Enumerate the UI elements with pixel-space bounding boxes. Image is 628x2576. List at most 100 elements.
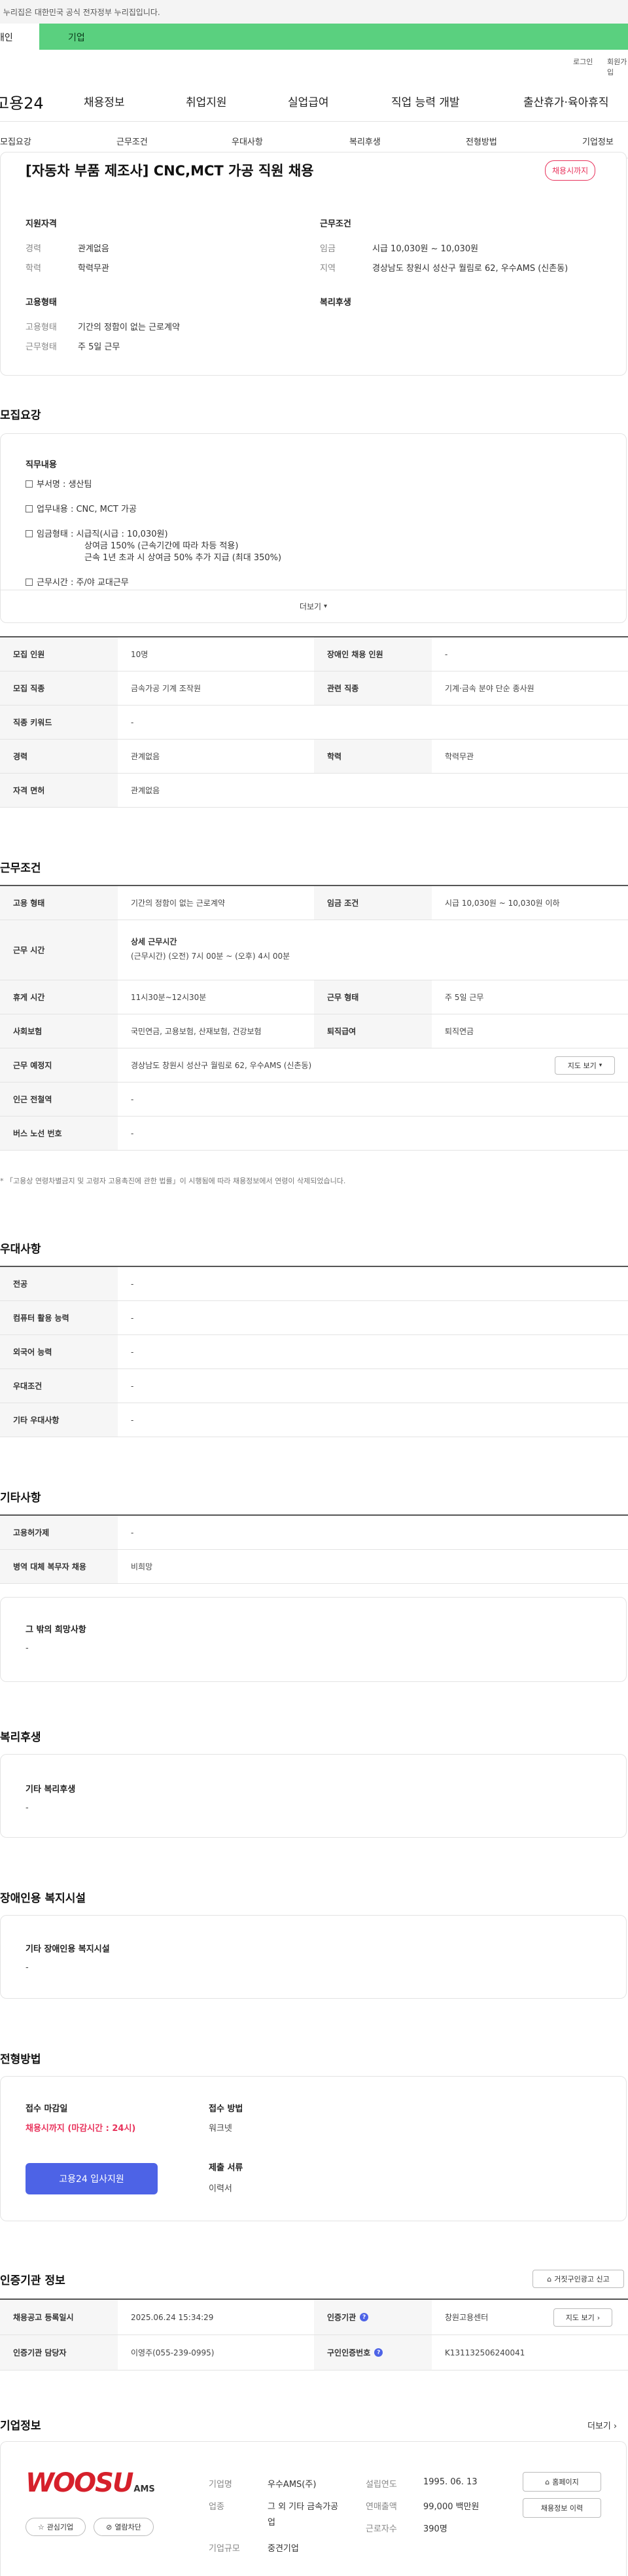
table-header-text: 구인인증번호 — [327, 2348, 371, 2357]
tab-personal[interactable]: 개인 — [0, 24, 39, 50]
gnb-menu-jobs[interactable]: 채용정보 — [84, 93, 125, 109]
table-header: 인증기관 담당자 — [0, 2335, 118, 2370]
company-more-link[interactable]: 더보기 › — [587, 2419, 617, 2431]
job-content-heading: 직무내용 — [26, 460, 57, 470]
table-header: 관련 직종 — [314, 671, 432, 705]
cond-heading: 근무조건 — [320, 219, 351, 229]
more-button[interactable]: 더보기 ▾ — [1, 590, 626, 622]
global-nav: 고용24 채용정보 취업지원 실업급여 직업 능력 개발 출산휴가·육아휴직 — [0, 79, 628, 122]
job-wage-sub: 근속 1년 초과 시 상여금 50% 추가 지급 (최대 350%) — [84, 553, 282, 563]
welfare-box-heading: 기타 복리후생 — [26, 1785, 76, 1795]
table-cell: - — [131, 1381, 134, 1391]
table-row: 채용공고 등록일시 2025.06.24 15:34:29 인증기관? 창원고용… — [0, 2300, 628, 2335]
snb-pref[interactable]: 우대사항 — [232, 135, 263, 147]
company-field-value: 99,000 백만원 — [423, 2502, 480, 2512]
tab-company[interactable]: 기업 — [39, 24, 628, 50]
login-link[interactable]: 로그인 — [573, 56, 593, 67]
job-item-text: 부서명 : 생산팀 — [37, 480, 92, 490]
gnb-menu-support[interactable]: 취업지원 — [186, 93, 227, 109]
info-icon[interactable]: ? — [360, 2313, 369, 2321]
table-header: 모집 인원 — [0, 637, 118, 671]
company-field-value: 그 외 기타 금속가공업 — [268, 2502, 339, 2528]
table-cell: - — [131, 1279, 134, 1289]
chevron-down-icon: ▾ — [599, 1062, 602, 1069]
report-fake-ad-button[interactable]: ⌂ 거짓구인광고 신고 — [532, 2270, 624, 2288]
table-row: 버스 노선 번호 - — [0, 1117, 628, 1151]
table-header: 버스 노선 번호 — [0, 1117, 118, 1150]
table-header: 병역 대체 복무자 채용 — [0, 1550, 118, 1583]
chevron-right-icon: › — [597, 2313, 601, 2322]
table-header: 근무 예정지 — [0, 1048, 118, 1082]
cert-map-button[interactable]: 지도 보기 › — [553, 2308, 612, 2327]
job-item: 부서명 : 생산팀 — [26, 477, 92, 490]
qual-label: 학력 — [26, 264, 41, 274]
emp-value: 주 5일 근무 — [78, 342, 120, 352]
table-header: 전공 — [0, 1267, 118, 1300]
homepage-button[interactable]: ⌂ 홈페이지 — [523, 2472, 601, 2492]
site-logo[interactable]: 고용24 — [0, 90, 44, 113]
gnb-menu-leave[interactable]: 출산휴가·육아휴직 — [523, 93, 609, 109]
age-notice: * 「고용상 연령차별금지 및 고령자 고용촉진에 관한 법률」이 시행됨에 따… — [0, 1177, 346, 1185]
block-view-button[interactable]: ⊘ 열람차단 — [94, 2518, 154, 2536]
snb-recruit[interactable]: 모집요강 — [0, 135, 31, 147]
table-row: 외국어 능력 - — [0, 1335, 628, 1369]
snb-welfare[interactable]: 복리후생 — [349, 135, 381, 147]
home-icon: ⌂ — [545, 2477, 550, 2486]
table-row: 경력 관계없음 학력 학력무관 — [0, 740, 628, 774]
job-item-text: 근무시간 : 주/야 교대근무 — [37, 578, 129, 588]
more-label: 더보기 — [299, 602, 322, 611]
table-cell: 학력무관 — [445, 752, 474, 761]
info-icon[interactable]: ? — [374, 2348, 383, 2357]
job-title: [자동차 부품 제조사] CNC,MCT 가공 직원 채용 — [26, 163, 314, 179]
table-cell: 기계·금속 분야 단순 종사원 — [445, 684, 534, 693]
table-row: 자격 면허 관계없음 — [0, 774, 628, 808]
docs-value: 이력서 — [209, 2184, 232, 2194]
table-header: 고용 형태 — [0, 886, 118, 920]
join-link[interactable]: 회원가입 — [607, 56, 628, 77]
docs-heading: 제출 서류 — [209, 2163, 243, 2173]
table-header: 인근 전철역 — [0, 1082, 118, 1116]
pref-section-title: 우대사항 — [0, 1243, 41, 1256]
table-row: 인증기관 담당자 이영주(055-239-0995) 구인인증번호? K1311… — [0, 2335, 628, 2370]
qual-label: 경력 — [26, 244, 41, 254]
table-row: 고용 형태 기간의 정함이 없는 근로계약 임금 조건 시급 10,030원 ~… — [0, 886, 628, 920]
apply-button[interactable]: 고용24 입사지원 — [26, 2163, 158, 2194]
gnb-menu-benefit[interactable]: 실업급여 — [288, 93, 329, 109]
chevron-down-icon: ▾ — [324, 603, 328, 610]
table-cell: K131132506240041 — [445, 2348, 525, 2357]
company-logo-sub: AMS — [133, 2484, 155, 2494]
deadline-badge: 채용시까지 — [545, 160, 596, 181]
table-header: 경력 — [0, 740, 118, 773]
table-cell: - — [445, 649, 448, 659]
table-header: 학력 — [314, 740, 432, 773]
gnb-menu-training[interactable]: 직업 능력 개발 — [391, 93, 460, 109]
favorite-company-button[interactable]: ☆ 관심기업 — [26, 2518, 86, 2536]
company-more-label: 더보기 — [587, 2422, 611, 2431]
checkbox-icon — [26, 579, 33, 586]
disabled-box: 기타 장애인용 복지시설 - — [0, 1915, 627, 1999]
snb-work[interactable]: 근무조건 — [116, 135, 148, 147]
company-field-value: 1995. 06. 13 — [423, 2477, 478, 2487]
block-icon: ⊘ — [106, 2522, 113, 2531]
table-cell: 관계없음 — [131, 752, 160, 761]
table-cell: 비희망 — [131, 1562, 153, 1571]
job-history-button[interactable]: 채용정보 이력 — [523, 2498, 601, 2518]
report-fake-ad-label: 거짓구인광고 신고 — [554, 2275, 610, 2283]
checkbox-icon — [26, 505, 33, 512]
homepage-label: 홈페이지 — [552, 2478, 579, 2486]
table-header: 컴퓨터 활용 능력 — [0, 1301, 118, 1334]
job-item: 임금형태 : 시급직(시급 : 10,030원) — [26, 527, 168, 539]
table-cell: - — [131, 1347, 134, 1357]
table-cell: 금속가공 기계 조작원 — [131, 684, 201, 693]
map-view-button[interactable]: 지도 보기 ▾ — [555, 1056, 615, 1075]
company-field-label: 근로자수 — [366, 2524, 397, 2534]
qual-value: 학력무관 — [78, 264, 109, 274]
table-cell: - — [131, 1415, 134, 1425]
snb-selection[interactable]: 전형방법 — [466, 135, 497, 147]
snb-company[interactable]: 기업정보 — [582, 135, 614, 147]
table-row: 기타 우대사항 - — [0, 1403, 628, 1437]
cond-value: 시급 10,030원 ~ 10,030원 — [372, 244, 479, 254]
table-cell: 시급 10,030원 ~ 10,030원 이하 — [445, 899, 560, 908]
welfare-heading: 복리후생 — [320, 298, 351, 308]
company-card: WOOSU AMS ☆ 관심기업 ⊘ 열람차단 기업명 우수AMS(주) 업종 그 외… — [0, 2441, 627, 2576]
